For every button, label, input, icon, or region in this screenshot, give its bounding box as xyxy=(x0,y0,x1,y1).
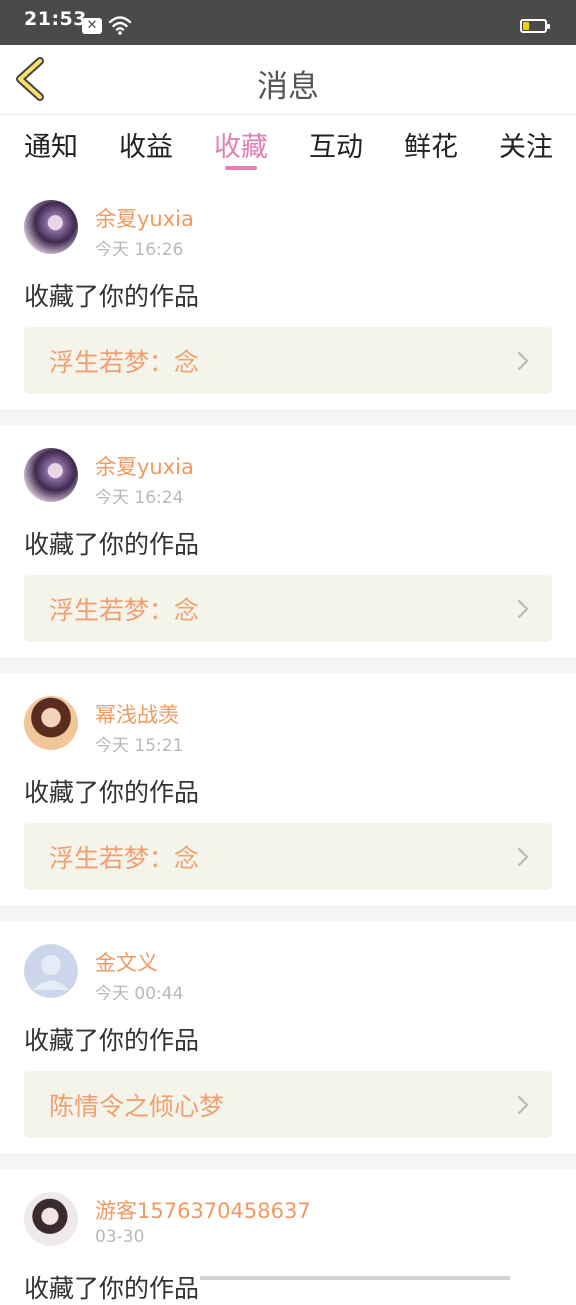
timestamp: 03-30 xyxy=(95,1227,145,1247)
timestamp: 今天 15:21 xyxy=(95,736,184,756)
divider xyxy=(0,657,576,673)
username[interactable]: 游客1576370458637 xyxy=(95,1195,311,1225)
username[interactable]: 幂浅战羡 xyxy=(95,699,179,729)
work-title: 浮生若梦：念 xyxy=(49,596,200,625)
message-card: 幂浅战羡 今天 15:21 收藏了你的作品 浮生若梦：念 xyxy=(0,673,576,905)
avatar[interactable] xyxy=(24,696,78,750)
active-tab-indicator xyxy=(225,166,257,170)
action-text: 收藏了你的作品 xyxy=(24,282,200,311)
tab-notifications[interactable]: 通知 xyxy=(24,125,78,164)
username[interactable]: 余夏yuxia xyxy=(95,451,194,481)
divider xyxy=(0,1153,576,1169)
tab-follows[interactable]: 关注 xyxy=(499,125,553,164)
tab-flowers[interactable]: 鲜花 xyxy=(404,125,458,164)
timestamp: 今天 16:24 xyxy=(95,488,184,508)
avatar[interactable] xyxy=(24,448,78,502)
work-title: 浮生若梦：念 xyxy=(49,844,200,873)
message-card: 余夏yuxia 今天 16:26 收藏了你的作品 浮生若梦：念 xyxy=(0,177,576,409)
message-card: 游客1576370458637 03-30 收藏了你的作品 xyxy=(0,1169,576,1303)
tab-favorites[interactable]: 收藏 xyxy=(214,125,268,164)
tab-earnings[interactable]: 收益 xyxy=(119,125,173,164)
x-box-icon: ✕ xyxy=(82,18,102,34)
divider xyxy=(0,409,576,425)
battery-low-icon xyxy=(520,19,550,33)
work-link[interactable]: 陈情令之倾心梦 xyxy=(24,1071,552,1138)
avatar[interactable] xyxy=(24,1192,78,1246)
message-card: 金文义 今天 00:44 收藏了你的作品 陈情令之倾心梦 xyxy=(0,921,576,1153)
timestamp: 今天 16:26 xyxy=(95,240,184,260)
timestamp: 今天 00:44 xyxy=(95,984,184,1004)
chevron-right-icon xyxy=(517,847,529,867)
message-card: 余夏yuxia 今天 16:24 收藏了你的作品 浮生若梦：念 xyxy=(0,425,576,657)
action-text: 收藏了你的作品 xyxy=(24,778,200,807)
action-text: 收藏了你的作品 xyxy=(24,530,200,559)
chevron-right-icon xyxy=(517,599,529,619)
top-navigation-bar: 消息 xyxy=(0,45,576,115)
action-text: 收藏了你的作品 xyxy=(24,1026,200,1055)
scrollbar[interactable] xyxy=(200,1276,510,1280)
wifi-icon xyxy=(108,16,132,35)
username[interactable]: 余夏yuxia xyxy=(95,203,194,233)
work-link[interactable]: 浮生若梦：念 xyxy=(24,327,552,394)
work-title: 浮生若梦：念 xyxy=(49,348,200,377)
work-link[interactable]: 浮生若梦：念 xyxy=(24,823,552,890)
action-text: 收藏了你的作品 xyxy=(24,1274,200,1303)
status-bar: 21:53 ✕ xyxy=(0,0,576,45)
status-time: 21:53 xyxy=(24,8,87,30)
avatar[interactable] xyxy=(24,200,78,254)
divider xyxy=(0,905,576,921)
work-title: 陈情令之倾心梦 xyxy=(49,1092,225,1121)
chevron-right-icon xyxy=(517,1095,529,1115)
work-link[interactable]: 浮生若梦：念 xyxy=(24,575,552,642)
tab-bar: 通知 收益 收藏 互动 鲜花 关注 xyxy=(0,115,576,177)
page-title: 消息 xyxy=(257,69,319,105)
tab-interactions[interactable]: 互动 xyxy=(309,125,363,164)
chevron-right-icon xyxy=(517,351,529,371)
username[interactable]: 金文义 xyxy=(95,947,158,977)
default-avatar-icon[interactable] xyxy=(24,944,78,998)
